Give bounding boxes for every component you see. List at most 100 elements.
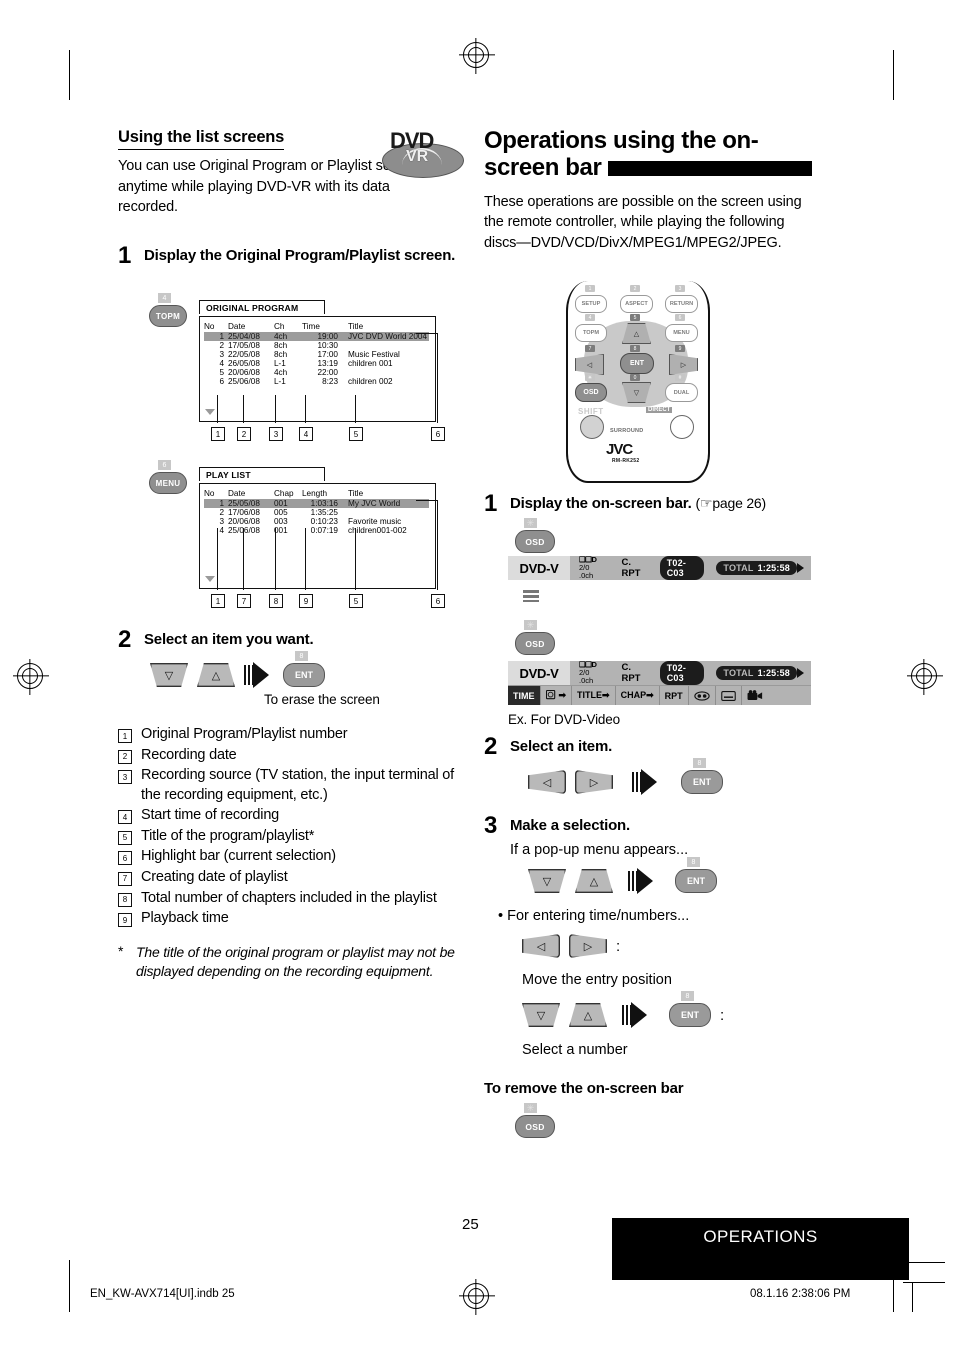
remote-return-button[interactable]: RETURN: [665, 295, 698, 313]
repeat-menu-item[interactable]: RPT: [660, 686, 689, 705]
table-row[interactable]: 4 26/05/08 L-1 13:19 children 001: [204, 359, 429, 368]
leader-line: [437, 333, 439, 423]
section-title: Using the list screens: [118, 128, 284, 150]
time-menu-item[interactable]: TIME: [508, 686, 541, 705]
cell-time: 17:00: [317, 350, 339, 359]
document-page: Using the list screens You can use Origi…: [0, 0, 954, 1354]
page-title: Operations using the on-screen bar: [484, 127, 824, 182]
legend-number: 3: [118, 770, 132, 785]
legend-label: Playback time: [141, 910, 229, 927]
osd-button-group-3[interactable]: ✳ OSD: [515, 1103, 555, 1138]
osd-button-group-1[interactable]: ✳ OSD: [515, 518, 555, 553]
topm-button[interactable]: TOPM: [149, 305, 187, 327]
table-row[interactable]: 4 25/06/08 001 0:07:19 children001-002: [204, 526, 429, 535]
updown-keys: ▽ △ 8 ENT :: [522, 991, 829, 1028]
remote-menu-button[interactable]: MENU: [665, 324, 698, 342]
next-arrow-icon[interactable]: [797, 668, 804, 678]
step-1-right-block: 1 Display the on-screen bar. (☞page 26) …: [484, 492, 829, 553]
scroll-down-icon[interactable]: [205, 409, 215, 415]
table-row[interactable]: 1 25/04/08 4ch 19:00 JVC DVD World 2004: [204, 332, 429, 341]
osd-button-badge: ✳: [524, 518, 537, 528]
cell-date: 25/05/08: [228, 499, 274, 508]
table-row[interactable]: 3 22/05/08 8ch 17:00 Music Festival: [204, 350, 429, 359]
cell-date: 25/04/08: [228, 332, 274, 341]
clock-entry-icon[interactable]: ➡: [541, 686, 573, 705]
subtitle-icon[interactable]: [716, 686, 742, 705]
step-3-text: Make a selection.: [510, 817, 630, 834]
callout-3: 3: [269, 427, 283, 441]
down-key[interactable]: ▽: [522, 1003, 560, 1027]
table-row[interactable]: 2 17/06/08 005 1:35:25: [204, 508, 429, 517]
angle-icon[interactable]: [742, 686, 768, 705]
remote-ent-button[interactable]: ENT: [620, 353, 654, 374]
chapter-menu-item[interactable]: CHAP➡: [616, 686, 660, 705]
remote-topm-button[interactable]: TOPM: [575, 324, 607, 342]
table-row[interactable]: 5 20/06/08 4ch 22:00: [204, 368, 429, 377]
col-header-ch: Ch: [274, 322, 285, 331]
menu-button[interactable]: MENU: [149, 472, 187, 494]
step-2r-number: 2: [484, 733, 498, 760]
ent-key[interactable]: ENT: [669, 1003, 711, 1027]
table-row[interactable]: 2 17/05/08 8ch 10:30: [204, 341, 429, 350]
remote-shift-knob[interactable]: [580, 415, 604, 439]
remote-osd-button[interactable]: OSD: [575, 383, 607, 402]
table-row[interactable]: 1 25/05/08 001 1:03:16 My JVC World: [204, 499, 429, 508]
leader-line: [416, 333, 438, 335]
remote-badge-4: 4: [585, 314, 595, 321]
callout-5: 5: [349, 427, 363, 441]
ent-key[interactable]: ENT: [681, 770, 723, 794]
title-rule: [608, 161, 813, 177]
remote-badge-0: 0: [630, 374, 640, 381]
remote-volume-knob[interactable]: [670, 415, 694, 439]
scroll-down-icon[interactable]: [205, 576, 215, 582]
remote-badge-2: 2: [630, 285, 640, 292]
up-key[interactable]: △: [197, 663, 235, 687]
legend-number: 8: [118, 892, 132, 907]
example-caption: Ex. For DVD-Video: [508, 712, 620, 727]
cell-time: 22:00: [317, 368, 339, 377]
cell-date: 26/05/08: [228, 359, 260, 368]
remote-dual-button[interactable]: DUAL: [665, 383, 698, 402]
topm-button-badge: 4: [158, 293, 171, 303]
osd-button-badge: ✳: [524, 620, 537, 630]
table-row[interactable]: 3 20/06/08 003 0:10:23 Favorite music: [204, 517, 429, 526]
left-key[interactable]: ◁: [522, 934, 560, 958]
title-menu-item[interactable]: TITLE➡: [572, 686, 616, 705]
step-2r-keys: ◁ ▷ 8 ENT: [528, 758, 829, 795]
total-time: 1:25:58: [757, 668, 790, 678]
erase-caption: To erase the screen: [264, 692, 380, 707]
osd-button[interactable]: OSD: [515, 530, 555, 553]
ent-key[interactable]: ENT: [283, 663, 325, 687]
right-column: Operations using the on-screen bar These…: [484, 127, 824, 253]
ent-key[interactable]: ENT: [675, 869, 717, 893]
up-key[interactable]: △: [575, 869, 613, 893]
table-header-row: No Date Ch Time Title: [204, 322, 429, 332]
list-item: 2 Recording date: [118, 746, 463, 766]
step-2-left-block: 2 Select an item you want. ▽ △ 8 ENT To …: [118, 628, 463, 981]
col-header-length: Length: [302, 489, 328, 498]
osd-button-group-2[interactable]: ✳ OSD: [515, 620, 555, 655]
clock-icon: [545, 690, 555, 700]
remote-aspect-button[interactable]: ASPECT: [620, 295, 653, 313]
right-key[interactable]: ▷: [575, 770, 613, 794]
osd-button[interactable]: OSD: [515, 632, 555, 655]
down-key[interactable]: ▽: [528, 869, 566, 893]
col-header-title: Title: [348, 322, 364, 331]
right-key[interactable]: ▷: [569, 934, 607, 958]
audio-icon[interactable]: [689, 686, 716, 705]
cell-title: children001-002: [348, 526, 407, 535]
step-1-text: Display the Original Program/Playlist sc…: [144, 246, 456, 264]
osd-button[interactable]: OSD: [515, 1115, 555, 1138]
remote-setup-button[interactable]: SETUP: [575, 295, 607, 313]
cell-no: 4: [219, 526, 224, 535]
left-key[interactable]: ◁: [528, 770, 566, 794]
down-key[interactable]: ▽: [150, 663, 188, 687]
remote-badge-6: 6: [675, 314, 685, 321]
up-key[interactable]: △: [569, 1003, 607, 1027]
move-entry-caption: Move the entry position: [522, 972, 672, 988]
camera-angle-icon: [747, 690, 762, 700]
remote-direct-label: DIRECT: [646, 407, 673, 413]
table-row[interactable]: 6 25/06/08 L-1 8:23 children 002: [204, 377, 429, 386]
next-arrow-icon[interactable]: [797, 563, 804, 573]
ent-key-badge: 8: [295, 651, 308, 661]
